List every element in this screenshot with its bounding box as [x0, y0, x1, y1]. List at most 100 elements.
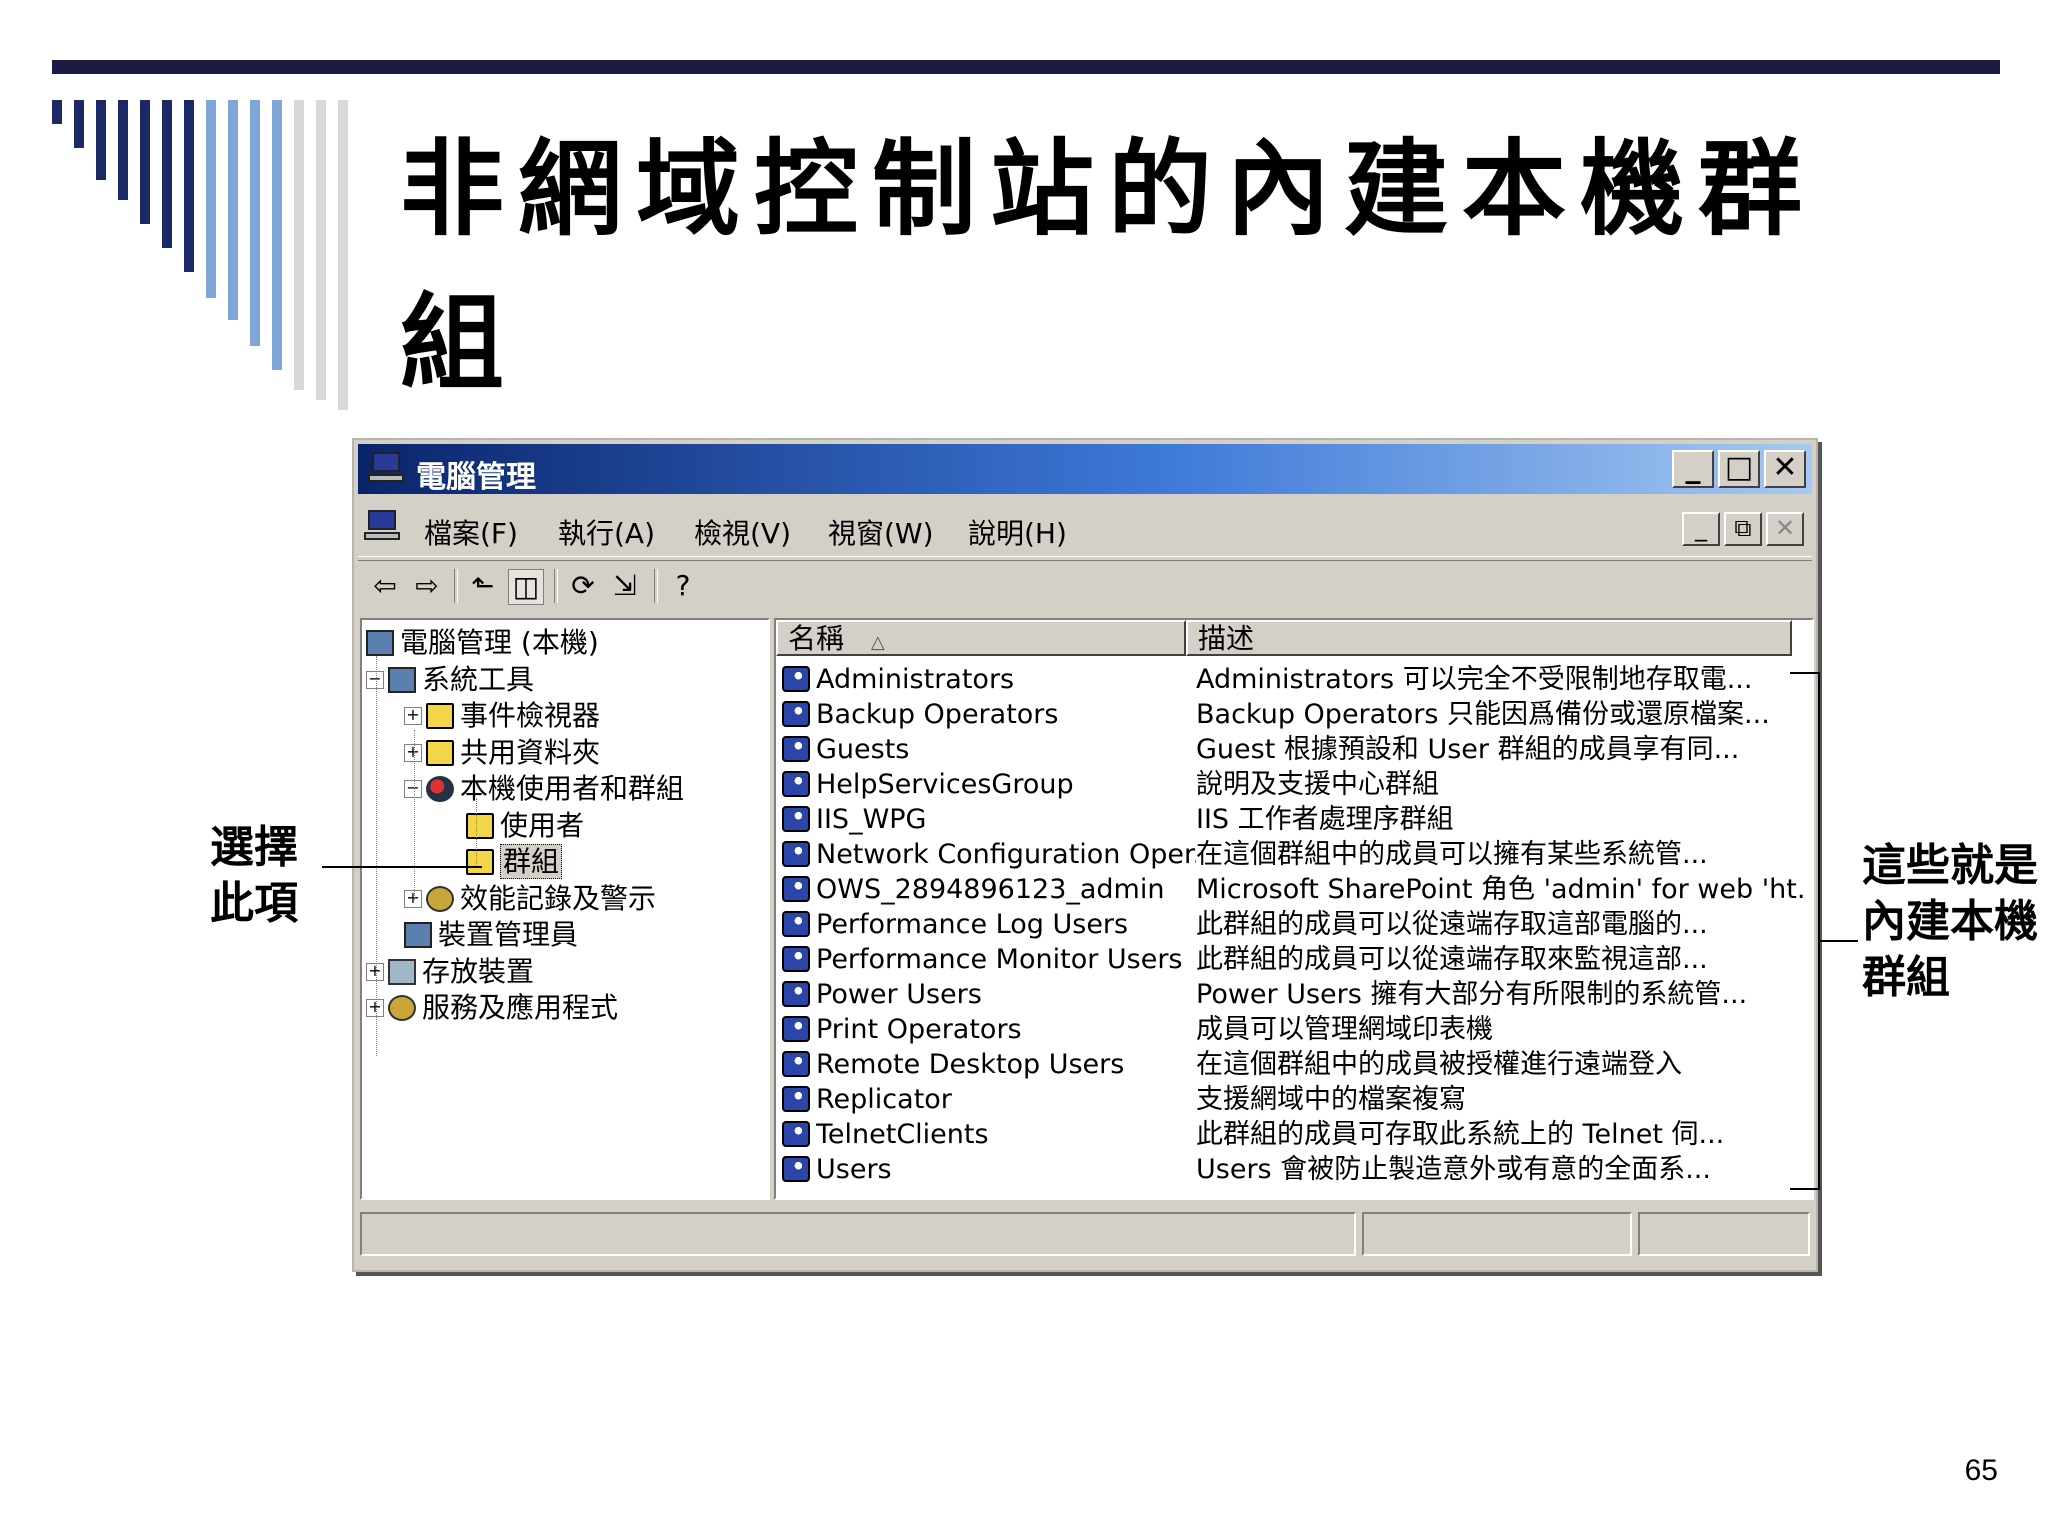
- computer-management-window: 電腦管理 _ □ ✕ 檔案(F) 執行(A) 檢視(V) 視窗(W) 說明(H) _…: [352, 438, 1818, 1272]
- sort-ascending-icon: △: [870, 632, 885, 653]
- child-restore-button[interactable]: ⧉: [1724, 512, 1762, 546]
- groups-list[interactable]: 名稱 △ 描述 Administrators Administrators 可以完…: [774, 618, 1814, 1200]
- slide-top-bar: [52, 60, 2000, 74]
- stripe: [140, 100, 150, 224]
- tree-node[interactable]: 裝置管理員: [404, 916, 578, 952]
- group-description: 在這個群組中的成員被授權進行遠端登入: [1196, 1049, 1682, 1080]
- group-name: Users: [816, 1154, 892, 1185]
- tree-node-label: 使用者: [500, 808, 585, 842]
- group-description: Guest 根據預設和 User 群組的成員享有同...: [1196, 734, 1740, 765]
- expand-icon[interactable]: +: [366, 962, 384, 981]
- table-row[interactable]: Print Operators 成員可以管理網域印表機: [776, 1012, 1812, 1047]
- expand-icon[interactable]: +: [404, 889, 422, 908]
- export-list-icon[interactable]: ⇲: [608, 569, 642, 603]
- annotation-leader-left: [322, 866, 482, 868]
- group-description: Administrators 可以完全不受限制地存取電...: [1196, 664, 1753, 695]
- help-icon[interactable]: ?: [666, 569, 700, 603]
- minimize-button[interactable]: _: [1672, 450, 1714, 488]
- menu-action[interactable]: 執行(A): [558, 512, 655, 552]
- close-button[interactable]: ✕: [1764, 450, 1806, 488]
- group-icon: [782, 876, 810, 902]
- group-description: 說明及支援中心群組: [1196, 769, 1439, 800]
- services-icon: [388, 995, 416, 1021]
- column-header-name[interactable]: 名稱 △: [776, 620, 1186, 656]
- expand-icon[interactable]: +: [404, 707, 422, 725]
- tree-node[interactable]: 群組: [466, 843, 563, 879]
- console-computer-icon[interactable]: [364, 510, 402, 542]
- table-row[interactable]: Administrators Administrators 可以完全不受限制地存取…: [776, 662, 1812, 697]
- menu-file[interactable]: 檔案(F): [424, 512, 518, 552]
- child-minimize-button[interactable]: _: [1682, 512, 1720, 546]
- collapse-icon[interactable]: −: [404, 780, 422, 798]
- tree-node-label: 效能記錄及警示: [460, 881, 657, 915]
- tree-node[interactable]: − 系統工具: [366, 661, 534, 697]
- group-name: Backup Operators: [816, 699, 1059, 730]
- show-hide-tree-icon[interactable]: ◫: [508, 569, 544, 605]
- menu-window[interactable]: 視窗(W): [828, 512, 934, 552]
- tree-node[interactable]: + 效能記錄及警示: [404, 880, 656, 916]
- group-icon: [782, 701, 810, 727]
- maximize-button[interactable]: □: [1718, 450, 1760, 488]
- stripe: [272, 100, 282, 370]
- expand-icon[interactable]: +: [404, 743, 422, 762]
- group-name: Performance Log Users: [816, 909, 1129, 940]
- folder-icon: [426, 739, 454, 766]
- tree-node[interactable]: − 本機使用者和群組: [404, 770, 684, 806]
- collapse-icon[interactable]: −: [366, 670, 384, 689]
- tree-node[interactable]: + 存放裝置: [366, 953, 534, 989]
- tree-node[interactable]: + 共用資料夾: [404, 734, 600, 770]
- group-description: Backup Operators 只能因爲備份或還原檔案...: [1196, 699, 1770, 730]
- tree-node[interactable]: + 服務及應用程式: [366, 989, 618, 1025]
- table-row[interactable]: Power Users Power Users 擁有大部分有所限制的系統管...: [776, 977, 1812, 1012]
- tree-connector: [376, 656, 377, 1056]
- column-header-description[interactable]: 描述: [1186, 620, 1792, 656]
- users-groups-icon: [426, 776, 454, 802]
- up-folder-icon[interactable]: ⬑: [466, 569, 500, 603]
- table-row[interactable]: Performance Monitor Users 此群組的成員可以從遠端存取來監…: [776, 942, 1812, 977]
- stripe: [74, 100, 84, 148]
- group-description: 支援網域中的檔案複寫: [1196, 1084, 1466, 1115]
- tree-node[interactable]: 電腦管理 (本機): [366, 624, 599, 660]
- forward-arrow-icon[interactable]: ⇨: [410, 569, 444, 603]
- tree-node[interactable]: 使用者: [466, 807, 584, 843]
- console-tree[interactable]: 電腦管理 (本機) − 系統工具 + 事件檢視器 + 共用資料夾 − 本機使用者和群組 使用者 群組…: [360, 618, 770, 1200]
- table-row[interactable]: Performance Log Users 此群組的成員可以從遠端存取這部電腦的.…: [776, 907, 1812, 942]
- stripe: [316, 100, 326, 400]
- back-arrow-icon[interactable]: ⇦: [368, 569, 402, 603]
- system-tools-icon: [388, 666, 416, 693]
- group-description: 成員可以管理網域印表機: [1196, 1014, 1493, 1045]
- stripe: [250, 100, 260, 346]
- tree-node-label: 裝置管理員: [438, 918, 579, 951]
- table-row[interactable]: Guests Guest 根據預設和 User 群組的成員享有同...: [776, 732, 1812, 767]
- stripe: [206, 100, 216, 298]
- annotation-select-this: 選擇 此項: [210, 822, 298, 929]
- tree-node[interactable]: + 事件檢視器: [404, 697, 600, 733]
- group-name: IIS_WPG: [816, 804, 927, 835]
- table-row[interactable]: Replicator 支援網域中的檔案複寫: [776, 1082, 1812, 1117]
- table-row[interactable]: Remote Desktop Users 在這個群組中的成員被授權進行遠端登入: [776, 1047, 1812, 1082]
- folder-icon: [426, 703, 454, 729]
- group-description: 此群組的成員可存取此系統上的 Telnet 伺...: [1196, 1119, 1725, 1150]
- table-row[interactable]: Network Configuration Oper... 在這個群組中的成員可以…: [776, 837, 1812, 872]
- storage-icon: [388, 958, 416, 985]
- group-icon: [782, 666, 810, 692]
- menu-help[interactable]: 說明(H): [968, 512, 1067, 552]
- refresh-icon[interactable]: ⟳: [566, 569, 600, 603]
- group-icon: [782, 1156, 810, 1182]
- table-row[interactable]: OWS_2894896123_admin Microsoft SharePoint…: [776, 872, 1812, 907]
- expand-icon[interactable]: +: [366, 999, 384, 1017]
- child-close-button[interactable]: ✕: [1766, 512, 1804, 546]
- window-title-bar[interactable]: 電腦管理 _ □ ✕: [358, 444, 1812, 495]
- table-row[interactable]: HelpServicesGroup 說明及支援中心群組: [776, 767, 1812, 802]
- menu-view[interactable]: 檢視(V): [694, 512, 791, 552]
- toolbar: ⇦ ⇨ ⬑ ◫ ⟳ ⇲ ?: [358, 560, 1812, 613]
- table-row[interactable]: Backup Operators Backup Operators 只能因爲備份或…: [776, 697, 1812, 732]
- page-number: 65: [1964, 1454, 1998, 1487]
- group-name: Network Configuration Oper...: [816, 839, 1196, 870]
- folder-icon: [466, 849, 494, 875]
- group-icon: [782, 1051, 810, 1077]
- table-row[interactable]: TelnetClients 此群組的成員可存取此系統上的 Telnet 伺...: [776, 1117, 1812, 1152]
- table-row[interactable]: Users Users 會被防止製造意外或有意的全面系...: [776, 1152, 1812, 1187]
- tree-node-label: 服務及應用程式: [422, 991, 619, 1024]
- table-row[interactable]: IIS_WPG IIS 工作者處理序群組: [776, 802, 1812, 837]
